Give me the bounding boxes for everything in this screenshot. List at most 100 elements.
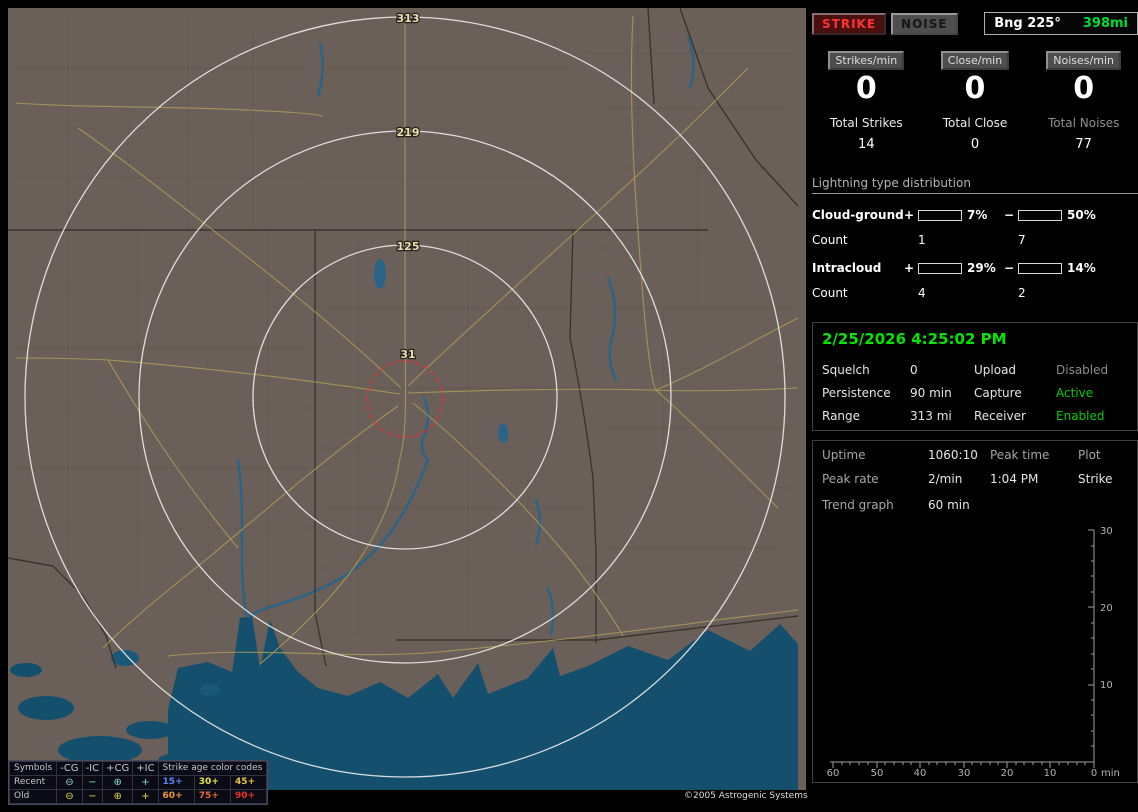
intracloud-count-row: Count 4 2 — [812, 286, 1138, 300]
legend-recent-row: Recent ⊖ − ⊕ + 15+ 30+ 45+ — [8, 775, 268, 790]
x-tick-0: 0 — [1091, 768, 1097, 779]
legend-cell: +CG — [102, 761, 134, 776]
neg-ic-old-icon: − — [81, 789, 104, 804]
strikes-per-min-value: 0 — [855, 71, 877, 106]
strikes-per-min-button[interactable]: Strikes/min — [828, 51, 905, 70]
x-tick-10: 10 — [1044, 768, 1057, 779]
range-label: Range — [822, 409, 861, 423]
legend-cell: Recent — [8, 775, 58, 790]
total-close-value: 0 — [970, 137, 980, 152]
legend-cell: +IC — [132, 761, 159, 776]
trend-graph-label: Trend graph — [822, 498, 894, 512]
persistence-label: Persistence — [822, 386, 891, 400]
ic-minus-count: 2 — [1018, 286, 1026, 300]
noises-per-min-value: 0 — [1073, 71, 1095, 106]
range-value: 313 mi — [910, 409, 952, 423]
total-noises-label: Total Noises — [1047, 116, 1120, 130]
trend-graph-window: 60 min — [928, 498, 970, 512]
x-tick-20: 20 — [1001, 768, 1014, 779]
capture-label: Capture — [974, 386, 1022, 400]
legend-header-row: Symbols -CG -IC +CG +IC Strike age color… — [8, 761, 268, 776]
stats-box: Uptime 1060:10 Peak time Plot Peak rate … — [812, 440, 1138, 783]
x-tick-30: 30 — [958, 768, 971, 779]
capture-status: Active — [1056, 386, 1094, 400]
receiver-label: Receiver — [974, 409, 1026, 423]
legend-cell: -CG — [56, 761, 83, 776]
y-tick-30: 30 — [1100, 526, 1113, 537]
plot-label: Plot — [1078, 448, 1101, 462]
plus-sign: + — [904, 208, 915, 222]
cg-plus-pct: 7% — [967, 208, 988, 222]
range-label-125: 125 — [397, 240, 420, 253]
pos-ic-recent-icon: + — [132, 775, 159, 790]
legend-old-row: Old ⊖ − ⊕ + 60+ 75+ 90+ — [8, 789, 268, 804]
clock: 2/25/2026 4:25:02 PM — [822, 330, 1007, 348]
peak-rate-label: Peak rate — [822, 472, 879, 486]
age-code: 90+ — [230, 789, 268, 804]
control-panel: STRIKE NOISE Bng 225° 398mi Strikes/min … — [812, 0, 1138, 812]
cloud-ground-label: Cloud-ground — [812, 208, 904, 222]
status-grid: Squelch 0 Upload Disabled Persistence 90… — [822, 363, 1128, 423]
noises-per-min-button[interactable]: Noises/min — [1046, 51, 1121, 70]
cg-minus-bar — [1018, 209, 1062, 221]
ic-plus-count: 4 — [918, 286, 926, 300]
status-box: 2/25/2026 4:25:02 PM Squelch 0 Upload Di… — [812, 322, 1138, 431]
total-close-label: Total Close — [942, 116, 1008, 130]
neg-ic-recent-icon: − — [81, 775, 104, 790]
cloud-ground-count-row: Count 1 7 — [812, 233, 1138, 247]
lightning-map[interactable]: 313 219 125 31 — [8, 8, 806, 790]
total-strikes-label: Total Strikes — [830, 116, 903, 130]
peak-time-label: Peak time — [990, 448, 1050, 462]
neg-cg-recent-icon: ⊖ — [56, 775, 83, 790]
uptime-value: 1060:10 — [928, 448, 978, 462]
y-tick-10: 10 — [1100, 680, 1113, 691]
cg-plus-count: 1 — [918, 233, 926, 247]
trend-graph-row: Trend graph 60 min — [822, 498, 1128, 512]
pos-cg-old-icon: ⊕ — [102, 789, 134, 804]
squelch-label: Squelch — [822, 363, 870, 377]
legend-cell: Symbols — [8, 761, 58, 776]
age-code: 30+ — [193, 775, 232, 790]
y-tick-20: 20 — [1100, 603, 1113, 614]
persistence-value: 90 min — [910, 386, 952, 400]
x-axis-unit: min — [1101, 768, 1120, 779]
strike-button[interactable]: STRIKE — [812, 12, 887, 35]
age-code: 75+ — [193, 789, 232, 804]
noises-column: Noises/min 0 Total Noises 77 — [1029, 51, 1138, 152]
ic-plus-bar — [918, 262, 962, 274]
cg-minus-count: 7 — [1018, 233, 1026, 247]
close-column: Close/min 0 Total Close 0 — [921, 51, 1030, 152]
legend-table: Symbols -CG -IC +CG +IC Strike age color… — [8, 761, 268, 804]
strikes-column: Strikes/min 0 Total Strikes 14 — [812, 51, 921, 152]
age-code: 60+ — [157, 789, 195, 804]
x-tick-50: 50 — [871, 768, 884, 779]
noise-button[interactable]: NOISE — [891, 12, 958, 35]
trend-axes — [830, 530, 1095, 763]
count-label: Count — [812, 286, 848, 300]
legend-cell: Old — [8, 789, 58, 804]
close-per-min-value: 0 — [964, 71, 986, 106]
x-tick-40: 40 — [914, 768, 927, 779]
map-area[interactable]: 313 219 125 31 — [8, 8, 806, 790]
bearing-display: Bng 225° 398mi — [984, 12, 1138, 35]
strike-legend: Symbols -CG -IC +CG +IC Strike age color… — [8, 760, 269, 805]
pos-cg-recent-icon: ⊕ — [102, 775, 134, 790]
count-label: Count — [812, 233, 848, 247]
legend-cell: Strike age color codes — [157, 761, 268, 776]
pos-ic-old-icon: + — [132, 789, 159, 804]
legend-cell: -IC — [81, 761, 104, 776]
ic-minus-bar — [1018, 262, 1062, 274]
total-strikes-value: 14 — [858, 137, 875, 152]
rates-section: Strikes/min 0 Total Strikes 14 Close/min… — [812, 51, 1138, 152]
ic-plus-pct: 29% — [967, 261, 996, 275]
cloud-ground-row: Cloud-ground + 7% − 50% — [812, 208, 1138, 222]
uptime-label: Uptime — [822, 448, 866, 462]
stats-grid: Uptime 1060:10 Peak time Plot Peak rate … — [822, 448, 1128, 486]
age-code: 15+ — [157, 775, 195, 790]
close-per-min-button[interactable]: Close/min — [940, 51, 1010, 70]
plot-value: Strike — [1078, 472, 1113, 486]
upload-status: Disabled — [1056, 363, 1109, 377]
total-noises-value: 77 — [1075, 137, 1092, 152]
intracloud-label: Intracloud — [812, 261, 882, 275]
minus-sign: − — [1004, 261, 1015, 275]
